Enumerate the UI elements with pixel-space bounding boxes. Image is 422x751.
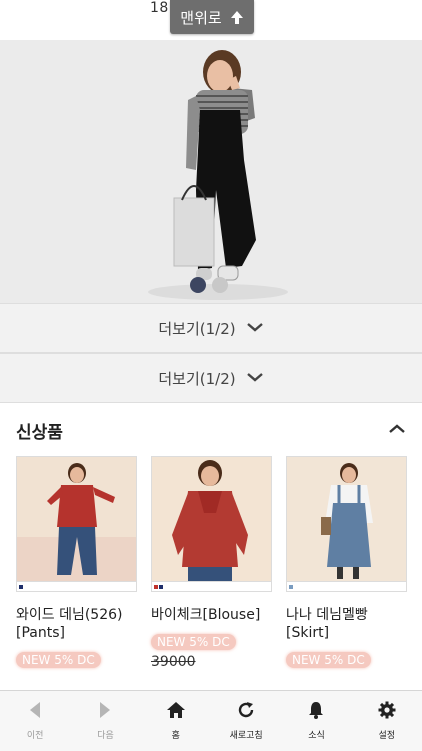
scroll-to-top-button[interactable]: 맨위로 bbox=[170, 0, 254, 34]
product-name: 와이드 데님(526) [Pants] bbox=[16, 607, 123, 641]
new-badge: NEW 5% DC bbox=[286, 652, 371, 668]
chevron-down-icon bbox=[246, 369, 264, 387]
more-button-1[interactable]: 더보기(1/2) bbox=[0, 303, 422, 353]
swatch bbox=[154, 585, 158, 589]
more-label: 더보기(1/2) bbox=[158, 319, 236, 338]
new-badge: NEW 5% DC bbox=[151, 634, 236, 650]
nav-refresh-label: 새로고침 bbox=[229, 731, 263, 741]
nav-news-label: 소식 bbox=[308, 731, 325, 741]
slider-dots bbox=[190, 277, 228, 293]
new-products-header: 신상품 bbox=[0, 404, 422, 452]
chevron-down-icon bbox=[246, 319, 264, 337]
nav-forward-label: 다음 bbox=[97, 731, 114, 741]
slider-dot-1[interactable] bbox=[190, 277, 206, 293]
swatch bbox=[289, 585, 293, 589]
color-swatches bbox=[286, 582, 407, 592]
bell-icon bbox=[308, 701, 324, 723]
banner-model-photo bbox=[0, 40, 422, 303]
product-card[interactable]: 와이드 데님(526) [Pants] NEW 5% DC bbox=[16, 456, 137, 668]
product-image[interactable] bbox=[16, 456, 137, 582]
section-title: 신상품 bbox=[16, 423, 63, 443]
nav-back[interactable]: 이전 bbox=[0, 691, 70, 751]
triangle-right-icon bbox=[98, 701, 112, 723]
product-name: 나나 데님멜빵 [Skirt] bbox=[286, 607, 368, 641]
nav-back-label: 이전 bbox=[26, 731, 44, 741]
nav-refresh[interactable]: 새로고침 bbox=[211, 691, 281, 751]
gear-icon bbox=[378, 701, 396, 723]
more-button-2[interactable]: 더보기(1/2) bbox=[0, 353, 422, 403]
original-price: 39000 bbox=[151, 654, 196, 670]
product-card[interactable]: 나나 데님멜빵 [Skirt] NEW 5% DC bbox=[286, 456, 407, 668]
arrow-up-icon bbox=[230, 10, 244, 25]
bottom-nav: 이전 다음 홈 새로고침 소식 설정 bbox=[0, 690, 422, 751]
nav-home-label: 홈 bbox=[171, 731, 180, 741]
nav-settings-label: 설정 bbox=[378, 731, 396, 741]
home-icon bbox=[166, 701, 186, 723]
scroll-to-top-label: 맨위로 bbox=[180, 8, 222, 27]
product-image[interactable] bbox=[286, 456, 407, 582]
swatch bbox=[159, 585, 163, 589]
swatch bbox=[19, 585, 23, 589]
color-swatches bbox=[151, 582, 272, 592]
nav-settings[interactable]: 설정 bbox=[352, 691, 422, 751]
refresh-icon bbox=[237, 701, 255, 723]
product-image[interactable] bbox=[151, 456, 272, 582]
nav-forward[interactable]: 다음 bbox=[70, 691, 140, 751]
nav-news[interactable]: 소식 bbox=[281, 691, 351, 751]
nav-home[interactable]: 홈 bbox=[141, 691, 211, 751]
product-card[interactable]: 바이체크[Blouse] NEW 5% DC 39000 bbox=[151, 456, 272, 670]
chevron-up-icon[interactable] bbox=[388, 420, 406, 439]
new-badge: NEW 5% DC bbox=[16, 652, 101, 668]
triangle-left-icon bbox=[28, 701, 42, 723]
more-label: 더보기(1/2) bbox=[158, 369, 236, 388]
banner-slider[interactable] bbox=[0, 40, 422, 303]
slider-dot-2[interactable] bbox=[212, 277, 228, 293]
color-swatches bbox=[16, 582, 137, 592]
product-name: 바이체크[Blouse] bbox=[151, 607, 261, 623]
